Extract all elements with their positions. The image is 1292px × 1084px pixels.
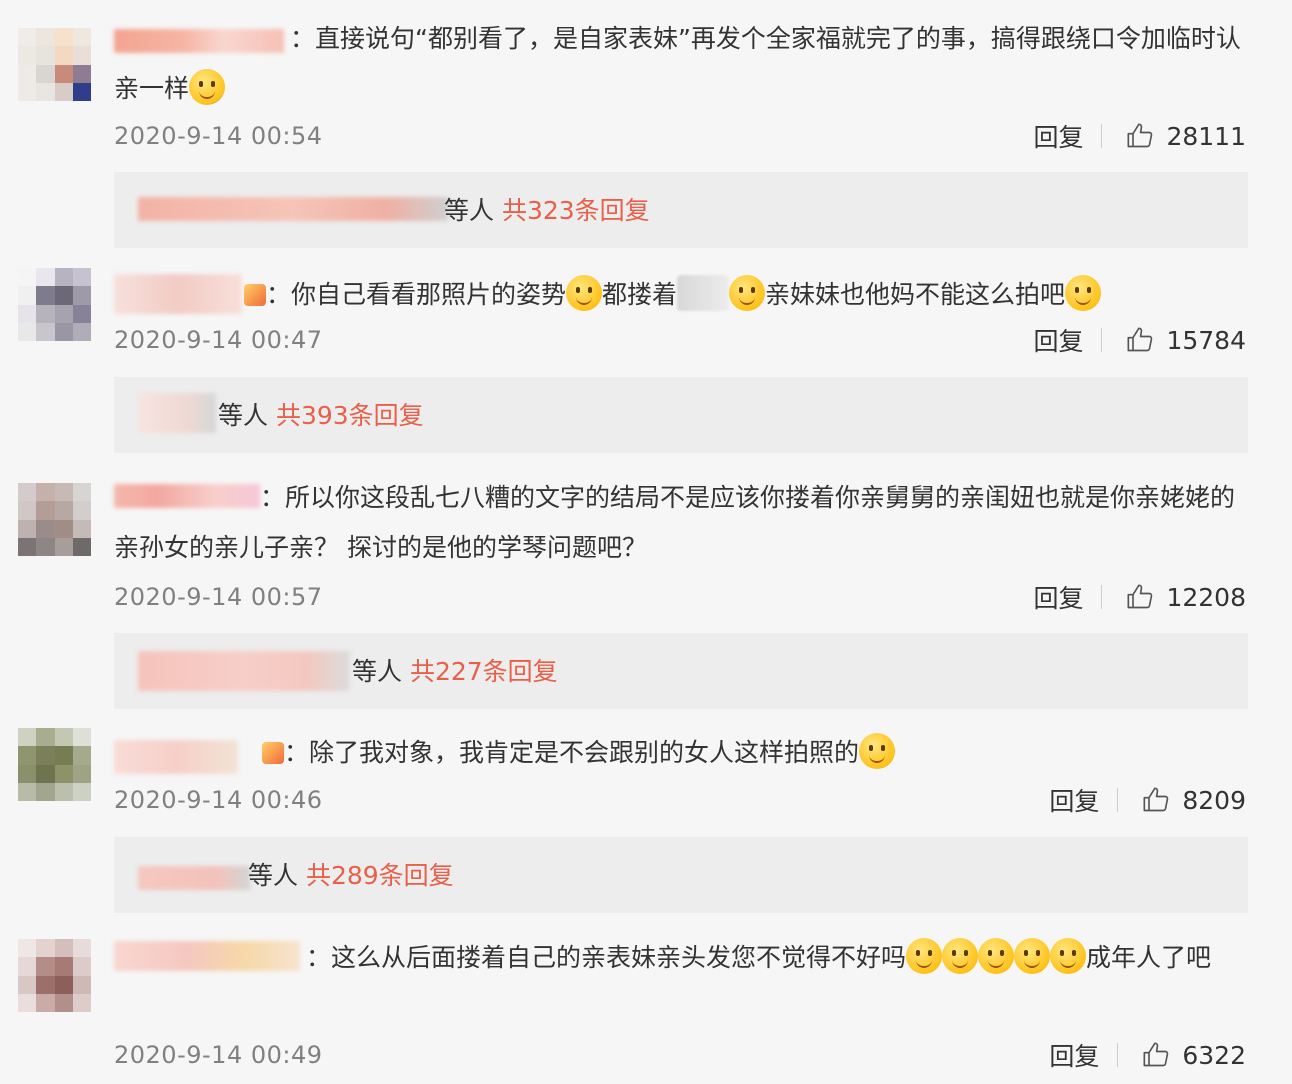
confused-emoji-icon: [978, 938, 1015, 974]
avatar[interactable]: [18, 28, 91, 101]
sub-replies-label: 等人 共323条回复: [444, 191, 650, 227]
sub-replies-bar[interactable]: 等人 共289条回复: [114, 837, 1248, 913]
comment-item: ：这么从后面搂着自己的亲表妹亲头发您不觉得不好吗 成年人了吧 2020-9-14 …: [0, 915, 1292, 1084]
sub-replies-label: 等人 共227条回复: [352, 652, 558, 688]
reply-users-suffix: 等人: [218, 401, 269, 430]
reply-users-suffix: 等人: [248, 861, 299, 890]
reply-count-link[interactable]: 共393条回复: [276, 401, 424, 430]
shrug-emoji-icon: [189, 69, 226, 105]
comment-text: ：除了我对象，我肯定是不会跟别的女人这样拍照的: [114, 728, 1246, 778]
reply-users-suffix: 等人: [444, 196, 495, 225]
thumbs-up-icon[interactable]: [1142, 1041, 1170, 1069]
blurred-mention: [677, 275, 730, 311]
like-count: 6322: [1182, 1040, 1246, 1070]
reply-button[interactable]: 回复: [1033, 118, 1083, 154]
like-count: 12208: [1166, 582, 1246, 612]
comment-timestamp: 2020-9-14 00:57: [114, 583, 323, 611]
comment-item: ：所以你这段乱七八糟的文字的结局不是应该你搂着你亲舅舅的亲闺妞也就是你亲姥姥的亲…: [0, 455, 1292, 710]
comment-text: ：所以你这段乱七八糟的文字的结局不是应该你搂着你亲舅舅的亲闺妞也就是你亲姥姥的亲…: [114, 483, 1236, 562]
comment-actions: 回复 15784: [1033, 322, 1246, 358]
comment-actions: 回复 8209: [1049, 782, 1246, 818]
reply-button[interactable]: 回复: [1033, 322, 1083, 358]
reply-count-link[interactable]: 共227条回复: [410, 657, 558, 686]
thumbs-up-icon[interactable]: [1126, 122, 1154, 150]
reply-users-blurred: [138, 197, 448, 221]
comment-body: 除了我对象，我肯定是不会跟别的女人这样拍照的: [309, 738, 860, 767]
sub-replies-bar[interactable]: 等人 共227条回复: [114, 633, 1248, 709]
smile-emoji-icon: [1065, 275, 1102, 311]
thumbs-up-icon[interactable]: [1142, 786, 1170, 814]
reply-users-blurred: [138, 393, 216, 433]
comment-actions: 回复 28111: [1033, 118, 1246, 154]
comment-body: 亲妹妹也他妈不能这么拍吧: [765, 280, 1066, 309]
avatar[interactable]: [18, 268, 91, 341]
comment-item: ：你自己看看那照片的姿势 都搂着 亲妹妹也他妈不能这么拍吧 2020-9-14 00…: [0, 250, 1292, 455]
confused-emoji-icon: [1050, 938, 1087, 974]
comment-timestamp: 2020-9-14 00:46: [114, 786, 323, 814]
sub-replies-label: 等人 共289条回复: [248, 856, 454, 892]
smile-emoji-icon: [729, 275, 766, 311]
comment-item: ：除了我对象，我肯定是不会跟别的女人这样拍照的 2020-9-14 00:46 …: [0, 710, 1292, 915]
comment-body: 这么从后面搂着自己的亲表妹亲头发您不觉得不好吗: [331, 943, 907, 972]
thumbs-up-icon[interactable]: [1126, 583, 1154, 611]
sub-replies-label: 等人 共393条回复: [218, 396, 424, 432]
badge-icon: [244, 284, 266, 306]
avatar[interactable]: [18, 939, 91, 1012]
comment-body: 直接说句“都别看了，是自家表妹”再发个全家福就完了的事，搞得跟绕口令加临时认亲一…: [114, 24, 1241, 103]
divider: [1117, 788, 1119, 812]
reply-users-suffix: 等人: [352, 657, 403, 686]
like-count: 8209: [1182, 785, 1246, 815]
divider: [1101, 585, 1103, 609]
reply-button[interactable]: 回复: [1049, 782, 1099, 818]
confused-emoji-icon: [1014, 938, 1051, 974]
avatar[interactable]: [18, 728, 91, 801]
comment-body: 成年人了吧: [1086, 943, 1212, 972]
reply-button[interactable]: 回复: [1033, 579, 1083, 615]
reply-users-blurred: [138, 866, 250, 890]
sub-replies-bar[interactable]: 等人 共393条回复: [114, 377, 1248, 453]
comment-text: ：这么从后面搂着自己的亲表妹亲头发您不觉得不好吗 成年人了吧: [114, 933, 1246, 983]
comment-text: ：直接说句“都别看了，是自家表妹”再发个全家福就完了的事，搞得跟绕口令加临时认亲…: [114, 24, 1241, 105]
like-count: 15784: [1166, 325, 1246, 355]
confused-emoji-icon: [942, 938, 979, 974]
smile-emoji-icon: [859, 733, 896, 769]
comment-body: 你自己看看那照片的姿势: [291, 280, 567, 309]
comment-item: ：直接说句“都别看了，是自家表妹”再发个全家福就完了的事，搞得跟绕口令加临时认亲…: [0, 0, 1292, 250]
reply-users-blurred: [138, 651, 350, 691]
divider: [1117, 1043, 1119, 1067]
comment-body: 都搂着: [602, 280, 678, 309]
comment-timestamp: 2020-9-14 00:47: [114, 326, 323, 354]
badge-icon: [262, 742, 284, 764]
comment-timestamp: 2020-9-14 00:49: [114, 1041, 323, 1069]
sub-replies-bar[interactable]: 等人 共323条回复: [114, 172, 1248, 248]
divider: [1101, 328, 1103, 352]
comment-actions: 回复 12208: [1033, 579, 1246, 615]
divider: [1101, 124, 1103, 148]
like-count: 28111: [1166, 121, 1246, 151]
reply-button[interactable]: 回复: [1049, 1037, 1099, 1073]
comment-actions: 回复 6322: [1049, 1037, 1246, 1073]
thumbs-up-icon[interactable]: [1126, 326, 1154, 354]
avatar[interactable]: [18, 483, 91, 556]
smile-emoji-icon: [566, 275, 603, 311]
confused-emoji-icon: [906, 938, 943, 974]
reply-count-link[interactable]: 共289条回复: [306, 861, 454, 890]
reply-count-link[interactable]: 共323条回复: [502, 196, 650, 225]
comment-text: ：你自己看看那照片的姿势 都搂着 亲妹妹也他妈不能这么拍吧: [114, 270, 1246, 320]
comment-timestamp: 2020-9-14 00:54: [114, 122, 323, 150]
